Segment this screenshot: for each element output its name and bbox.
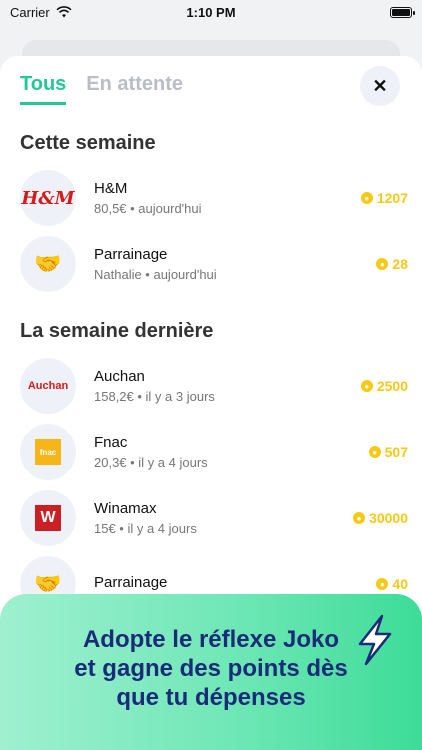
list-item[interactable]: H&M H&M 80,5€ • aujourd'hui ● 1207 [20,170,408,226]
transaction-detail: 158,2€ • il y a 3 jours [94,389,215,404]
transaction-detail: 20,3€ • il y a 4 jours [94,455,208,470]
points-badge: ● 507 [368,444,408,460]
points-value: 507 [384,444,408,460]
transaction-name: Fnac [94,434,128,451]
coin-icon: ● [376,258,389,270]
close-button[interactable]: ✕ [360,66,400,106]
lightning-bolt-icon [358,614,392,666]
tab-en-attente[interactable]: En attente [86,73,183,105]
points-value: 28 [392,256,408,272]
list-item[interactable]: Auchan Auchan 158,2€ • il y a 3 jours ● 2… [20,358,408,414]
points-value: 40 [392,576,408,592]
points-badge: ● 40 [376,576,408,592]
list-item[interactable]: 🤝 Parrainage Nathalie • aujourd'hui ● 28 [20,236,408,292]
status-time: 1:10 PM [186,4,236,20]
section-title-la-semaine-derniere: La semaine dernière [20,320,214,342]
transaction-detail: Nathalie • aujourd'hui [94,267,217,282]
coin-icon: ● [376,578,389,590]
promo-banner: Adopte le réflexe Joko et gagne des poin… [0,594,422,750]
row-text: H&M 80,5€ • aujourd'hui [94,180,361,216]
coin-icon: ● [360,192,373,204]
points-badge: ● 30000 [353,510,408,526]
transaction-detail: 15€ • il y a 4 jours [94,521,197,536]
handshake-icon: 🤝 [20,236,76,292]
points-badge: ● 1207 [360,190,408,206]
section-title-cette-semaine: Cette semaine [20,132,156,154]
points-value: 1207 [376,190,408,206]
winamax-logo-text: W [35,505,61,531]
coin-icon: ● [368,446,381,458]
row-text: Auchan 158,2€ • il y a 3 jours [94,368,361,404]
battery-icon [390,6,415,18]
hm-logo-text: H&M [21,187,75,209]
points-badge: ● 28 [376,256,408,272]
tabs: Tous En attente [20,73,183,105]
points-badge: ● 2500 [360,378,408,394]
auchan-logo-text: Auchan [27,380,69,392]
row-text: Winamax 15€ • il y a 4 jours [94,500,353,536]
handshake-glyph: 🤝 [34,251,62,276]
fnac-logo-text: fnac [35,439,61,465]
hm-logo-icon: H&M [20,170,76,226]
tab-tous[interactable]: Tous [20,73,67,105]
coin-icon: ● [353,512,366,524]
coin-icon: ● [360,380,373,392]
transaction-detail: 80,5€ • aujourd'hui [94,201,202,216]
winamax-logo-icon: W [20,490,76,546]
close-icon: ✕ [372,75,388,96]
transaction-name: H&M [94,180,128,197]
row-text: Fnac 20,3€ • il y a 4 jours [94,434,369,470]
transaction-name: Winamax [94,500,157,517]
list-item[interactable]: W Winamax 15€ • il y a 4 jours ● 30000 [20,490,408,546]
transaction-name: Parrainage [94,573,168,591]
list-item[interactable]: fnac Fnac 20,3€ • il y a 4 jours ● 507 [20,424,408,480]
transaction-name: Auchan [94,368,145,385]
status-bar: Carrier 1:10 PM [0,0,422,24]
row-text: Parrainage [94,574,376,595]
row-text: Parrainage Nathalie • aujourd'hui [94,246,376,282]
points-value: 30000 [369,510,408,526]
auchan-logo-icon: Auchan [20,358,76,414]
transaction-name: Parrainage [94,246,168,263]
promo-line-3: que tu dépenses [116,683,306,711]
points-value: 2500 [376,378,408,394]
fnac-logo-icon: fnac [20,424,76,480]
